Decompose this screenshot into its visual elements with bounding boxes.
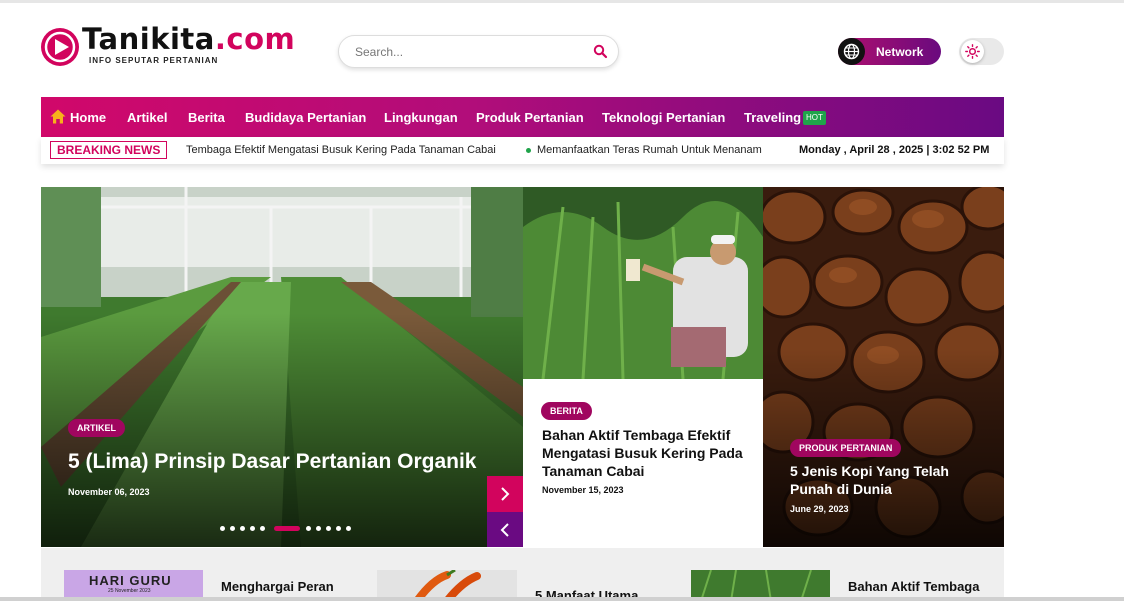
hero-title[interactable]: 5 (Lima) Prinsip Dasar Pertanian Organik <box>68 450 476 474</box>
hero-slider[interactable]: ARTIKEL 5 (Lima) Prinsip Dasar Pertanian… <box>41 187 523 547</box>
current-time: 3:02 52 PM <box>932 144 990 156</box>
current-date: Monday , April 28 , 2025 <box>799 144 924 156</box>
featured-card[interactable]: PRODUK PERTANIAN 5 Jenis Kopi Yang Telah… <box>763 187 1004 547</box>
ticker-item[interactable]: Memanfaatkan Teras Rumah Untuk Menanam <box>537 137 762 164</box>
slider-dot-active[interactable] <box>274 526 300 531</box>
play-logo-icon <box>41 28 79 66</box>
nav-home[interactable]: Home <box>70 110 106 125</box>
nav-budidaya-pertanian[interactable]: Budidaya Pertanian <box>245 110 366 125</box>
network-button[interactable]: Network <box>838 38 941 65</box>
nav-produk-pertanian[interactable]: Produk Pertanian <box>476 110 584 125</box>
theme-toggle[interactable] <box>959 38 1004 65</box>
slider-dot[interactable] <box>220 526 225 531</box>
logo-wordmark: Tanikita.com <box>82 22 295 56</box>
slider-dot[interactable] <box>306 526 311 531</box>
post-title[interactable]: Menghargai Peran <box>221 579 334 594</box>
slider-dot[interactable] <box>326 526 331 531</box>
nav-berita[interactable]: Berita <box>188 110 225 125</box>
card-image <box>523 187 763 379</box>
breaking-news-bar: BREAKING NEWS Tembaga Efektif Mengatasi … <box>41 137 1004 164</box>
page-scroll-indicator <box>0 597 1124 601</box>
post-list-strip: HARI GURU 25 November 2023 Menghargai Pe… <box>41 548 1004 603</box>
slider-dot[interactable] <box>316 526 321 531</box>
chevron-left-icon <box>500 523 509 537</box>
card-title[interactable]: 5 Jenis Kopi Yang Telah Punah di Dunia <box>790 462 990 498</box>
search-icon[interactable] <box>593 44 608 59</box>
search-input[interactable] <box>355 44 575 60</box>
logo-tld: .com <box>214 22 296 56</box>
main-nav: Home Artikel Berita Budidaya Pertanian L… <box>41 97 1004 137</box>
slider-prev-button[interactable] <box>487 512 523 547</box>
card-category-badge[interactable]: PRODUK PERTANIAN <box>790 439 902 457</box>
breaking-news-label: BREAKING NEWS <box>50 141 168 159</box>
hot-badge: HOT <box>803 111 826 125</box>
top-divider <box>0 0 1124 3</box>
logo-tagline: INFO SEPUTAR PERTANIAN <box>89 56 219 65</box>
nav-traveling[interactable]: Traveling <box>744 110 801 125</box>
chevron-right-icon <box>501 487 510 501</box>
thumbnail-date: 25 November 2023 <box>108 588 151 594</box>
home-icon[interactable] <box>50 109 66 124</box>
post-title[interactable]: Bahan Aktif Tembaga <box>848 579 979 594</box>
nav-lingkungan[interactable]: Lingkungan <box>384 110 458 125</box>
news-ticker: Tembaga Efektif Mengatasi Busuk Kering P… <box>186 137 762 164</box>
card-title[interactable]: Bahan Aktif Tembaga Efektif Mengatasi Bu… <box>542 426 752 480</box>
slider-dot[interactable] <box>336 526 341 531</box>
slider-dot[interactable] <box>230 526 235 531</box>
logo-name: Tanikita <box>82 22 215 56</box>
site-logo[interactable]: Tanikita.com INFO SEPUTAR PERTANIAN <box>41 22 301 68</box>
thumbnail-heading: HARI GURU <box>89 573 172 588</box>
card-date: June 29, 2023 <box>790 504 849 514</box>
slider-dot[interactable] <box>250 526 255 531</box>
ticker-bullet <box>526 148 531 153</box>
slider-dot[interactable] <box>260 526 265 531</box>
card-date: November 15, 2023 <box>542 485 624 495</box>
slider-dot[interactable] <box>240 526 245 531</box>
nav-teknologi-pertanian[interactable]: Teknologi Pertanian <box>602 110 725 125</box>
network-label: Network <box>876 45 924 59</box>
featured-card[interactable]: BERITA Bahan Aktif Tembaga Efektif Menga… <box>523 187 763 547</box>
card-category-badge[interactable]: BERITA <box>541 402 592 420</box>
search-box <box>338 35 619 68</box>
ticker-item[interactable]: Tembaga Efektif Mengatasi Busuk Kering P… <box>186 137 496 164</box>
slider-next-button[interactable] <box>487 476 523 512</box>
hero-date: November 06, 2023 <box>68 487 150 497</box>
hero-category-badge[interactable]: ARTIKEL <box>68 419 125 437</box>
slider-dot[interactable] <box>346 526 351 531</box>
globe-icon <box>838 38 865 65</box>
nav-artikel[interactable]: Artikel <box>127 110 167 125</box>
sun-icon <box>961 40 984 63</box>
current-datetime: Monday , April 28 , 2025 | 3:02 52 PM <box>799 144 990 156</box>
